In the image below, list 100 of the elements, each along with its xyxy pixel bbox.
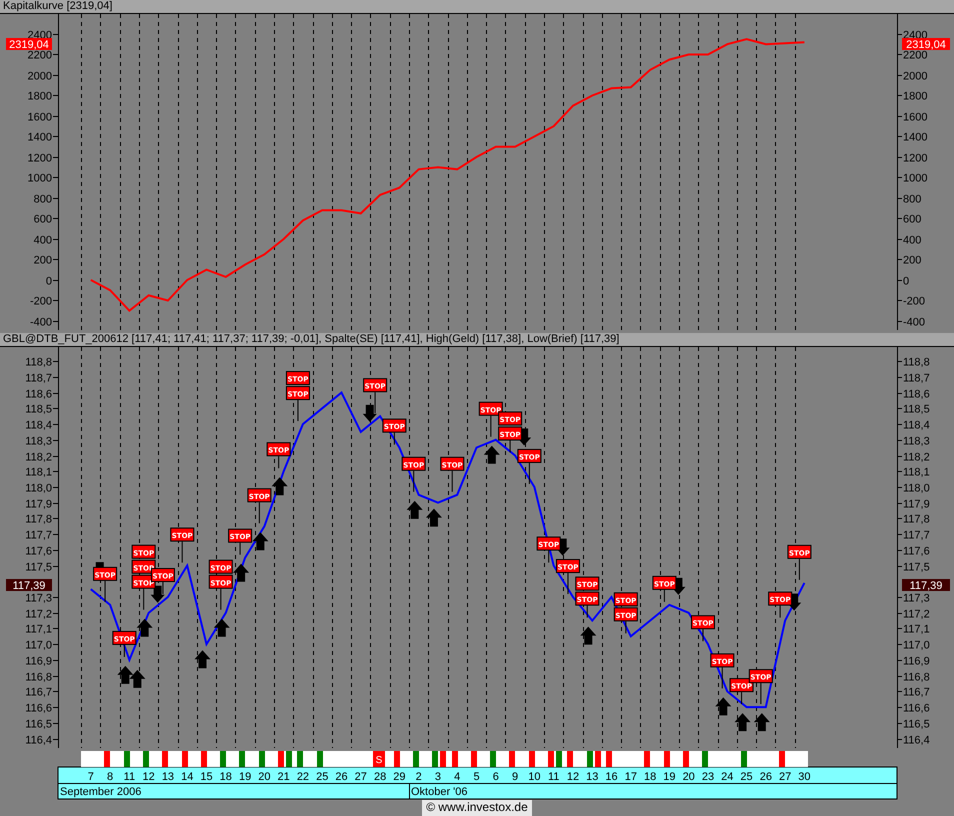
axis-label: 116,9 [903,656,930,668]
axis-label: 118,2 [25,452,52,464]
date-label: 14 [181,771,194,783]
axis-label: 118,7 [25,372,52,384]
date-label: 27 [354,771,367,783]
axis-label: 116,4 [25,734,52,746]
axis-label: 116,9 [25,656,52,668]
leader-line [741,692,742,705]
date-label: 9 [512,771,518,783]
axis-label: 118,4 [25,420,52,432]
copyright-text: © www.investox.de [422,800,532,816]
date-label: 6 [492,771,499,783]
axis-label: 1000 [28,172,52,184]
leader-line [664,589,665,602]
leader-line [104,580,106,602]
date-label: 5 [473,771,480,783]
axis-label: 400 [34,234,52,246]
date-label: 19 [238,771,252,783]
date-label: 20 [258,771,270,783]
axis-label: 118,3 [25,436,52,448]
value-label: 2319,04 [6,38,52,51]
axis-label: 117,2 [25,608,52,620]
axis-label: -200 [30,296,52,308]
leader-line [702,628,704,642]
leader-line [586,605,588,618]
axis-label: 2000 [903,70,928,82]
date-label: 30 [798,771,811,783]
axis-label: 117,0 [25,640,52,652]
leader-line [567,572,568,595]
leader-line [394,432,395,446]
leader-line [258,502,260,524]
date-label: 18 [644,771,656,783]
date-label: 15 [200,771,213,783]
axis-label: 117,5 [903,562,930,574]
axis-label: 2200 [28,50,52,62]
axis-label: 116,6 [903,702,930,714]
axis-label: 116,8 [25,672,52,684]
axis-label: 118,2 [903,452,930,464]
axis-label: -200 [903,296,926,308]
axis-label: 117,8 [903,514,930,526]
axis-label: 116,5 [903,718,930,730]
signal-marker: S [373,751,385,767]
month-label: September 2006 [60,786,142,798]
date-label: 12 [142,771,155,783]
leader-line [297,400,298,422]
leader-line [143,588,144,610]
axis-label: 1400 [903,132,928,144]
date-label: 20 [682,771,695,783]
leader-line [162,582,164,595]
leader-line [490,415,492,438]
axis-label: 118,4 [903,420,930,432]
value-label: 2319,04 [902,38,950,51]
axis-label: 116,7 [25,686,52,698]
axis-label: 118,5 [25,404,52,416]
axis-label: 117,6 [25,546,52,558]
axis-label: 118,6 [903,388,930,400]
leader-line [452,470,453,492]
value-label: 117,39 [6,579,52,592]
leader-line [182,541,183,564]
axis-label: 600 [34,214,52,226]
date-label: 17 [624,771,637,783]
axis-label: 117,7 [25,530,52,542]
date-label: 24 [721,771,734,783]
date-label: 22 [296,771,310,783]
panel-title: GBL@DTB_FUT_200612 [117,41; 117,41; 117,37; 117,39; -0,01], Spalte(SE) [117,41], High(Geld) [117,38], Low(Brief) [117,39] [0,333,954,347]
date-label: 26 [335,771,348,783]
axis-label: 117,9 [25,498,52,510]
date-label: 12 [566,771,580,783]
date-label: 23 [702,771,714,783]
axis-label: 1400 [28,132,52,144]
date-label: 26 [760,771,772,783]
leader-line [278,456,280,469]
axis-label: 1200 [28,152,52,164]
leader-line [780,605,781,618]
axis-label: 1600 [903,112,928,124]
axis-label: 117,0 [903,640,930,652]
panel-title: Kapitalkurve [2319,04] [0,0,954,14]
date-label: 11 [548,771,560,783]
date-label: 29 [393,771,406,783]
axis-label: 800 [34,194,52,206]
axis-label: 117,3 [903,592,930,604]
axis-label: 117,8 [25,514,52,526]
leader-line [722,666,723,689]
date-label: 18 [220,771,232,783]
axis-label: 118,1 [25,466,52,478]
axis-label: 400 [903,234,922,246]
axis-label: 600 [903,214,922,226]
month-label: Oktober '06 [411,786,468,798]
leader-line [528,462,530,484]
axis-label: 2200 [903,50,928,62]
date-label: 2 [416,771,422,783]
leader-line [124,644,125,658]
date-label: 13 [586,771,598,783]
leader-line [625,620,626,634]
date-label: 16 [605,771,618,783]
date-label: 28 [374,771,386,783]
axis-label: 1800 [28,90,52,102]
leader-line [798,558,800,580]
value-label: 117,39 [902,579,950,592]
axis-label: 116,5 [25,718,52,730]
